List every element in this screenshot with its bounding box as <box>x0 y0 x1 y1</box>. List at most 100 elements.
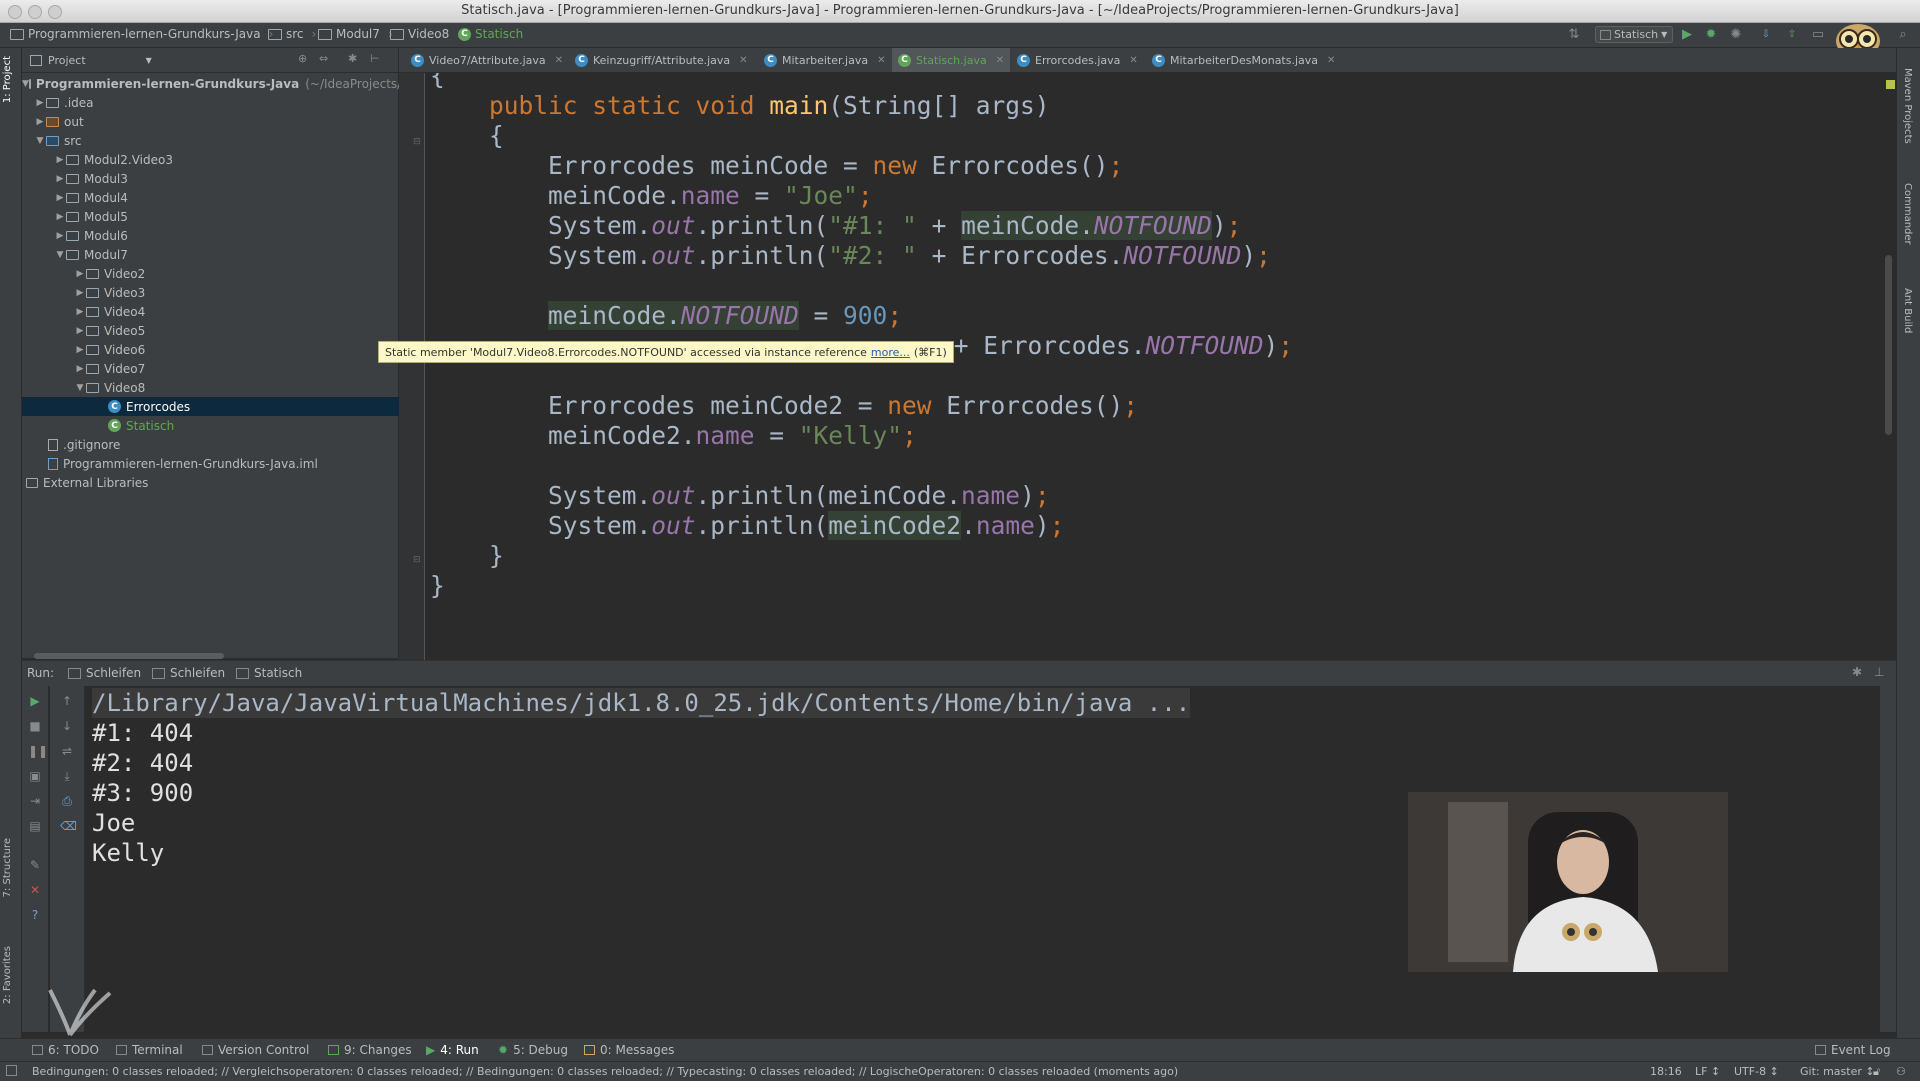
tooltip-more-link[interactable]: more... <box>871 346 910 359</box>
git-branch-selector[interactable]: Git: master ↕ <box>1800 1065 1875 1078</box>
scroll-to-end-icon[interactable]: ⤓ <box>60 769 74 783</box>
layout-icon[interactable]: ▤ <box>28 819 42 833</box>
maven-projects-tool-button[interactable]: Maven Projects <box>1902 68 1913 144</box>
print-icon[interactable]: ⎙ <box>60 794 74 808</box>
clear-all-icon[interactable]: ⌫ <box>60 819 77 833</box>
tool-windows-toggle-icon[interactable] <box>6 1065 17 1076</box>
close-icon[interactable]: ✕ <box>28 883 42 897</box>
run-icon[interactable]: ▶ <box>1679 27 1695 43</box>
rerun-icon[interactable]: ▶ <box>28 694 42 708</box>
breadcrumb-src[interactable]: src › <box>268 27 320 41</box>
stop-icon[interactable]: ■ <box>28 719 42 733</box>
todo-tool-button[interactable]: 6: TODO <box>32 1043 99 1057</box>
tree-item-video5[interactable]: ▶ Video5 <box>22 321 450 340</box>
tree-item-iml[interactable]: Programmieren-lernen-Grundkurs-Java.iml <box>22 454 424 473</box>
lock-icon[interactable]: 🔓︎ <box>1873 1065 1880 1079</box>
commander-tool-button[interactable]: Commander <box>1902 183 1913 245</box>
close-icon[interactable]: ✕ <box>739 55 747 66</box>
tree-item-external-libraries[interactable]: External Libraries <box>22 473 402 492</box>
version-control-tool-button[interactable]: Version Control <box>202 1043 309 1057</box>
tree-item-modul4[interactable]: ▶ Modul4 <box>22 188 430 207</box>
caret-position[interactable]: 18:16 <box>1650 1065 1682 1078</box>
line-separator-selector[interactable]: LF ↕ <box>1695 1065 1720 1078</box>
scroll-from-source-icon[interactable]: ⊕ <box>298 52 307 65</box>
build-icon[interactable]: ⇅ <box>1566 27 1582 43</box>
run-tab-schleifen-2[interactable]: Schleifen <box>152 666 225 680</box>
tab-keinzugriff-attribute[interactable]: C Keinzugriff/Attribute.java ✕ <box>569 48 754 72</box>
breadcrumb-statisch[interactable]: C Statisch <box>458 27 523 41</box>
tree-item-modul7[interactable]: ▼ Modul7 <box>22 245 430 264</box>
event-log-tool-button[interactable]: Event Log <box>1815 1043 1891 1057</box>
editor-gutter[interactable]: ⊟ ⊟ <box>399 73 425 660</box>
tree-item-out[interactable]: ▶ out <box>22 112 410 131</box>
settings-gear-icon[interactable]: ✱ <box>1852 665 1862 679</box>
close-icon[interactable]: ✕ <box>877 55 885 66</box>
close-icon[interactable]: ✕ <box>996 55 1004 66</box>
run-tab-statisch[interactable]: Statisch <box>236 666 302 680</box>
tree-item-modul5[interactable]: ▶ Modul5 <box>22 207 430 226</box>
tab-mitarbeiterdesmonats[interactable]: C MitarbeiterDesMonats.java ✕ <box>1146 48 1341 72</box>
structure-tool-button[interactable]: 7: Structure <box>2 838 13 897</box>
terminal-tool-button[interactable]: Terminal <box>116 1043 183 1057</box>
breadcrumb-project[interactable]: Programmieren-lernen-Grundkurs-Java › <box>10 27 277 41</box>
help-icon[interactable]: ? <box>28 908 42 922</box>
tree-item-src[interactable]: ▼ src <box>22 131 410 150</box>
fold-marker-icon[interactable]: ⊟ <box>413 137 421 147</box>
tree-item-gitignore[interactable]: .gitignore <box>22 435 424 454</box>
tree-item-modul6[interactable]: ▶ Modul6 <box>22 226 430 245</box>
tree-item-video4[interactable]: ▶ Video4 <box>22 302 450 321</box>
changes-tool-button[interactable]: 9: Changes <box>328 1043 412 1057</box>
console-scrollbar[interactable] <box>1880 686 1896 1032</box>
code-editor[interactable]: { public static void main(String[] args)… <box>425 73 1895 660</box>
debug-tool-button[interactable]: ✹ 5: Debug <box>498 1043 568 1057</box>
dump-threads-icon[interactable]: ▣ <box>28 769 42 783</box>
project-view-dropdown[interactable]: Project <box>48 54 86 67</box>
favorites-tool-button[interactable]: 2: Favorites <box>2 946 13 1004</box>
close-icon[interactable]: ✕ <box>1327 55 1335 66</box>
run-tab-schleifen-1[interactable]: Schleifen <box>68 666 141 680</box>
tab-mitarbeiter[interactable]: C Mitarbeiter.java ✕ <box>758 48 891 72</box>
tree-item-project-root[interactable]: ▼ Programmieren-lernen-Grundkurs-Java (~… <box>22 74 408 93</box>
search-icon[interactable]: ⌕ <box>1895 27 1911 43</box>
pause-icon[interactable]: ❚❚ <box>28 744 48 758</box>
editor-vertical-scrollbar[interactable] <box>1885 255 1892 435</box>
settings-gear-icon[interactable]: ✱ <box>348 52 357 65</box>
tree-item-modul3[interactable]: ▶ Modul3 <box>22 169 430 188</box>
encoding-selector[interactable]: UTF-8 ↕ <box>1734 1065 1779 1078</box>
debug-icon[interactable]: ✹ <box>1703 27 1719 43</box>
inspector-icon[interactable]: ⚇ <box>1896 1065 1906 1078</box>
fold-marker-icon[interactable]: ⊟ <box>413 555 421 565</box>
soft-wrap-icon[interactable]: ⇌ <box>60 744 74 758</box>
tree-item-video2[interactable]: ▶ Video2 <box>22 264 450 283</box>
tree-item-video8[interactable]: ▼ Video8 <box>22 378 450 397</box>
scroll-down-icon[interactable]: ↓ <box>60 719 74 733</box>
breadcrumb-modul7[interactable]: Modul7 › <box>318 27 397 41</box>
coverage-icon[interactable]: ✺ <box>1728 27 1744 43</box>
pin-icon[interactable]: ✎ <box>28 858 42 872</box>
chevron-down-icon[interactable]: ▼ <box>146 56 152 65</box>
horizontal-scrollbar[interactable] <box>34 653 224 659</box>
vcs-update-icon[interactable]: ⇩ <box>1758 27 1774 43</box>
tab-statisch[interactable]: C Statisch.java ✕ <box>892 48 1011 72</box>
close-icon[interactable]: ✕ <box>1129 55 1137 66</box>
close-icon[interactable]: ✕ <box>555 55 563 66</box>
vcs-commit-icon[interactable]: ⇧ <box>1784 27 1800 43</box>
project-tool-button[interactable]: 1: Project <box>2 56 13 103</box>
status-message[interactable]: Bedingungen: 0 classes reloaded; // Verg… <box>32 1065 1178 1078</box>
tab-video7-attribute[interactable]: C Video7/Attribute.java ✕ <box>405 48 569 72</box>
run-configuration-dropdown[interactable]: Statisch ▼ <box>1595 26 1673 43</box>
tree-item-idea[interactable]: ▶ .idea <box>22 93 410 112</box>
run-tool-button[interactable]: ▶ 4: Run <box>426 1043 479 1057</box>
collapse-all-icon[interactable]: ⇔ <box>319 52 328 65</box>
tab-errorcodes[interactable]: C Errorcodes.java ✕ <box>1011 48 1144 72</box>
hide-panel-icon[interactable]: ⊢ <box>370 52 380 65</box>
ant-build-tool-button[interactable]: Ant Build <box>1902 288 1913 333</box>
hide-panel-icon[interactable]: ⊥ <box>1874 665 1884 679</box>
breadcrumb-video8[interactable]: Video8 › <box>390 27 466 41</box>
restore-layout-icon[interactable]: ⇥ <box>28 794 42 808</box>
layout-icon[interactable]: ▭ <box>1810 27 1826 43</box>
scroll-up-icon[interactable]: ↑ <box>60 694 74 708</box>
inspection-status-icon[interactable] <box>1886 80 1895 89</box>
tree-item-modul2-video3[interactable]: ▶ Modul2.Video3 <box>22 150 430 169</box>
tree-item-video3[interactable]: ▶ Video3 <box>22 283 450 302</box>
